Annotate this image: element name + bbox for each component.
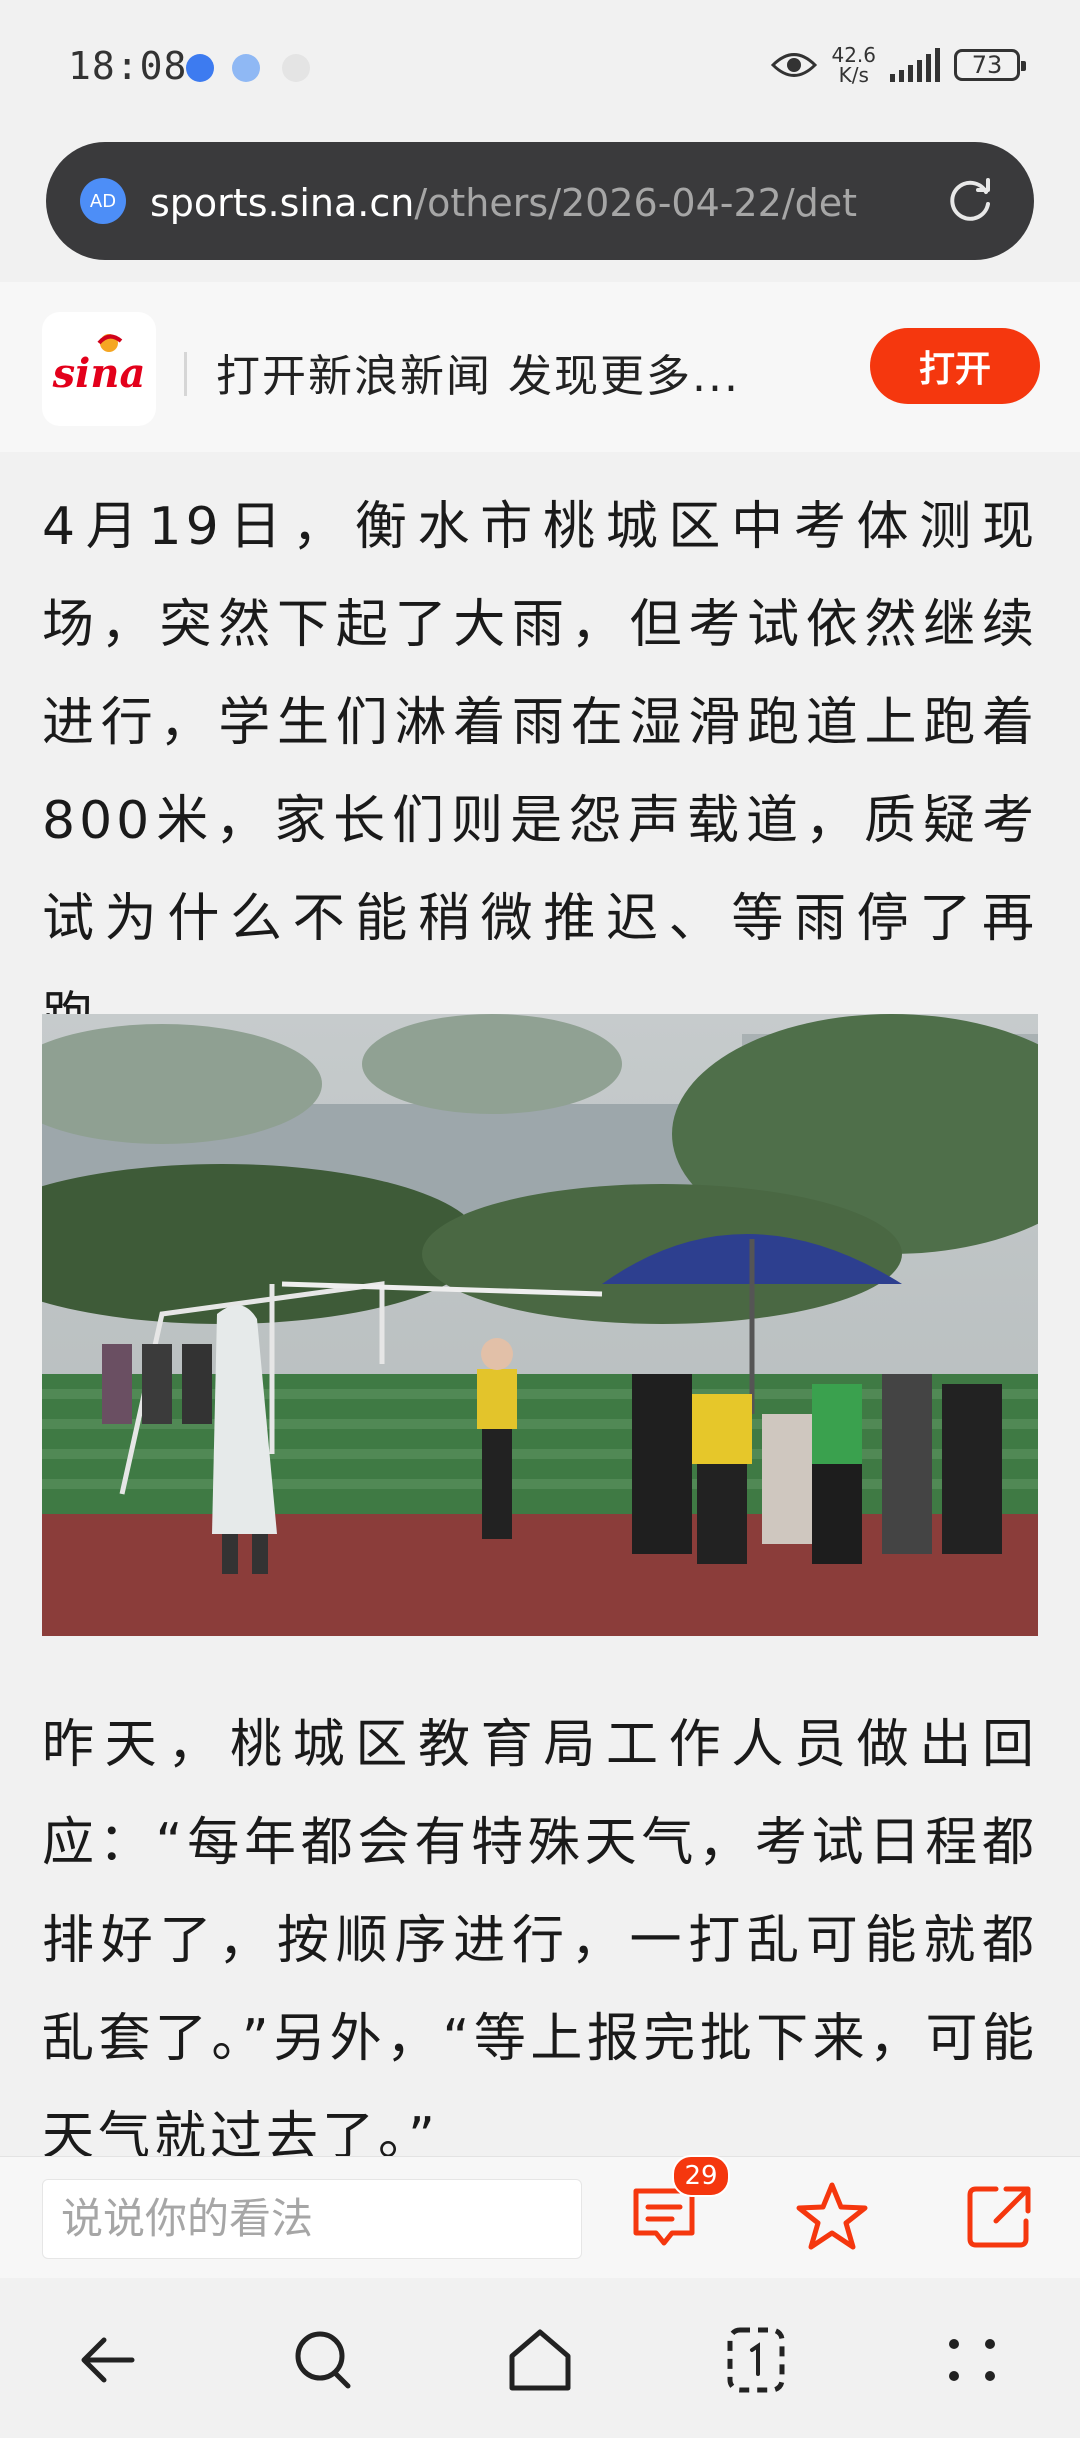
battery-level: 73 [971, 51, 1003, 79]
article-photo [42, 1014, 1038, 1636]
signal-icon [890, 48, 940, 82]
app-icon [232, 54, 260, 82]
address-bar[interactable]: AD sports.sina.cn/others/2026-04-22/det [46, 142, 1034, 260]
home-icon[interactable] [498, 2318, 582, 2402]
status-time: 18:08 [68, 44, 188, 88]
article-photo-image [42, 1014, 1038, 1636]
ad-icon[interactable]: AD [80, 178, 126, 224]
url-host: sports.sina.cn [150, 181, 415, 225]
tabs-icon[interactable] [714, 2318, 798, 2402]
comment-input[interactable]: 说说你的看法 [42, 2179, 582, 2259]
open-app-button[interactable]: 打开 [870, 328, 1040, 404]
more-menu-icon[interactable] [930, 2318, 1014, 2402]
voice-icon [186, 54, 214, 82]
ad-label: AD [89, 190, 117, 212]
app-promo-banner: sina 打开新浪新闻 发现更多... 打开 [0, 282, 1080, 452]
url-text[interactable]: sports.sina.cn/others/2026-04-22/det [150, 178, 940, 228]
browser-nav-bar [0, 2278, 1080, 2438]
net-speed-value: 42.6 [831, 43, 876, 67]
promo-text: 打开新浪新闻 发现更多... [216, 351, 740, 402]
comment-bar: 说说你的看法 29 [0, 2155, 1080, 2279]
comment-count-badge: 29 [672, 2155, 730, 2197]
net-speed: 42.6 K/s [831, 45, 876, 85]
url-path: /others/2026-04-22/det [414, 181, 858, 225]
status-bar: 18:08 42.6 K/s 73 [0, 0, 1080, 140]
reload-icon[interactable] [942, 174, 998, 230]
article-body: 4月19日，衡水市桃城区中考体测现场，突然下起了大雨，但考试依然继续进行，学生们… [42, 452, 1038, 1066]
net-speed-unit: K/s [838, 63, 869, 87]
share-icon[interactable] [960, 2177, 1040, 2257]
sina-logo: sina [42, 312, 156, 426]
article-paragraph: 昨天，桃城区教育局工作人员做出回应：“每年都会有特殊天气，考试日程都排好了，按顺… [42, 1715, 1038, 2167]
star-icon[interactable] [792, 2177, 872, 2257]
battery-icon: 73 [954, 49, 1026, 81]
promo-divider [184, 352, 187, 396]
back-arrow-icon[interactable] [68, 2318, 152, 2402]
sina-logo-text: sina [52, 350, 146, 397]
cloud-icon [282, 54, 310, 82]
article-paragraph: 4月19日，衡水市桃城区中考体测现场，突然下起了大雨，但考试依然继续进行，学生们… [42, 497, 1038, 1047]
status-right: 42.6 K/s 73 [771, 40, 1026, 90]
eye-icon [771, 50, 818, 80]
search-icon[interactable] [282, 2318, 366, 2402]
